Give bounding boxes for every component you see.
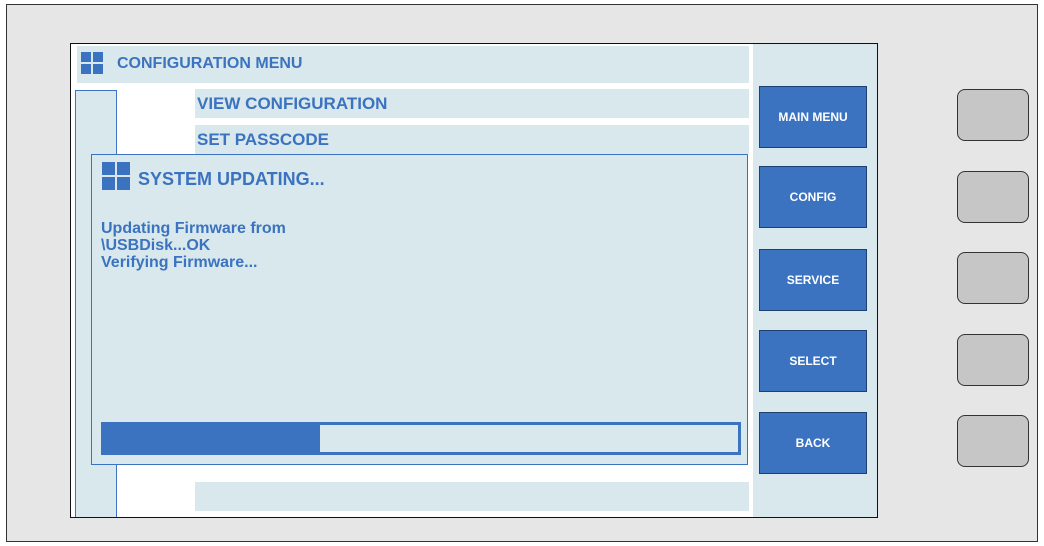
windows-logo-icon xyxy=(81,52,103,74)
progress-bar-fill xyxy=(104,425,320,452)
dialog-message-line: \USBDisk...OK xyxy=(101,237,211,254)
menu-item-label: SET PASSCODE xyxy=(197,130,329,149)
progress-bar xyxy=(101,422,741,455)
menu-item-view-configuration[interactable]: VIEW CONFIGURATION xyxy=(195,89,749,118)
display-screen: CONFIGURATION MENU VIEW CONFIGURATION SE… xyxy=(70,43,878,518)
select-button[interactable]: SELECT xyxy=(759,330,867,392)
back-button[interactable]: BACK xyxy=(759,412,867,474)
window-title: CONFIGURATION MENU xyxy=(117,55,303,72)
hardware-button-5[interactable] xyxy=(957,415,1029,467)
hardware-button-3[interactable] xyxy=(957,252,1029,304)
hardware-button-1[interactable] xyxy=(957,89,1029,141)
dialog-title: SYSTEM UPDATING... xyxy=(138,169,325,189)
hardware-button-2[interactable] xyxy=(957,171,1029,223)
dialog-message: Updating Firmware from \USBDisk...OK Ver… xyxy=(101,220,286,271)
system-updating-dialog: SYSTEM UPDATING... Updating Firmware fro… xyxy=(91,154,748,465)
main-menu-button[interactable]: MAIN MENU xyxy=(759,86,867,148)
windows-logo-icon xyxy=(102,162,130,190)
menu-item-empty[interactable] xyxy=(195,482,749,511)
menu-item-set-passcode[interactable]: SET PASSCODE xyxy=(195,125,749,154)
service-button[interactable]: SERVICE xyxy=(759,249,867,311)
config-button[interactable]: CONFIG xyxy=(759,166,867,228)
title-bar: CONFIGURATION MENU xyxy=(77,46,749,83)
menu-item-label: VIEW CONFIGURATION xyxy=(197,94,388,113)
hardware-button-4[interactable] xyxy=(957,334,1029,386)
dialog-message-line: Verifying Firmware... xyxy=(101,254,258,271)
dialog-message-line: Updating Firmware from xyxy=(101,220,286,237)
